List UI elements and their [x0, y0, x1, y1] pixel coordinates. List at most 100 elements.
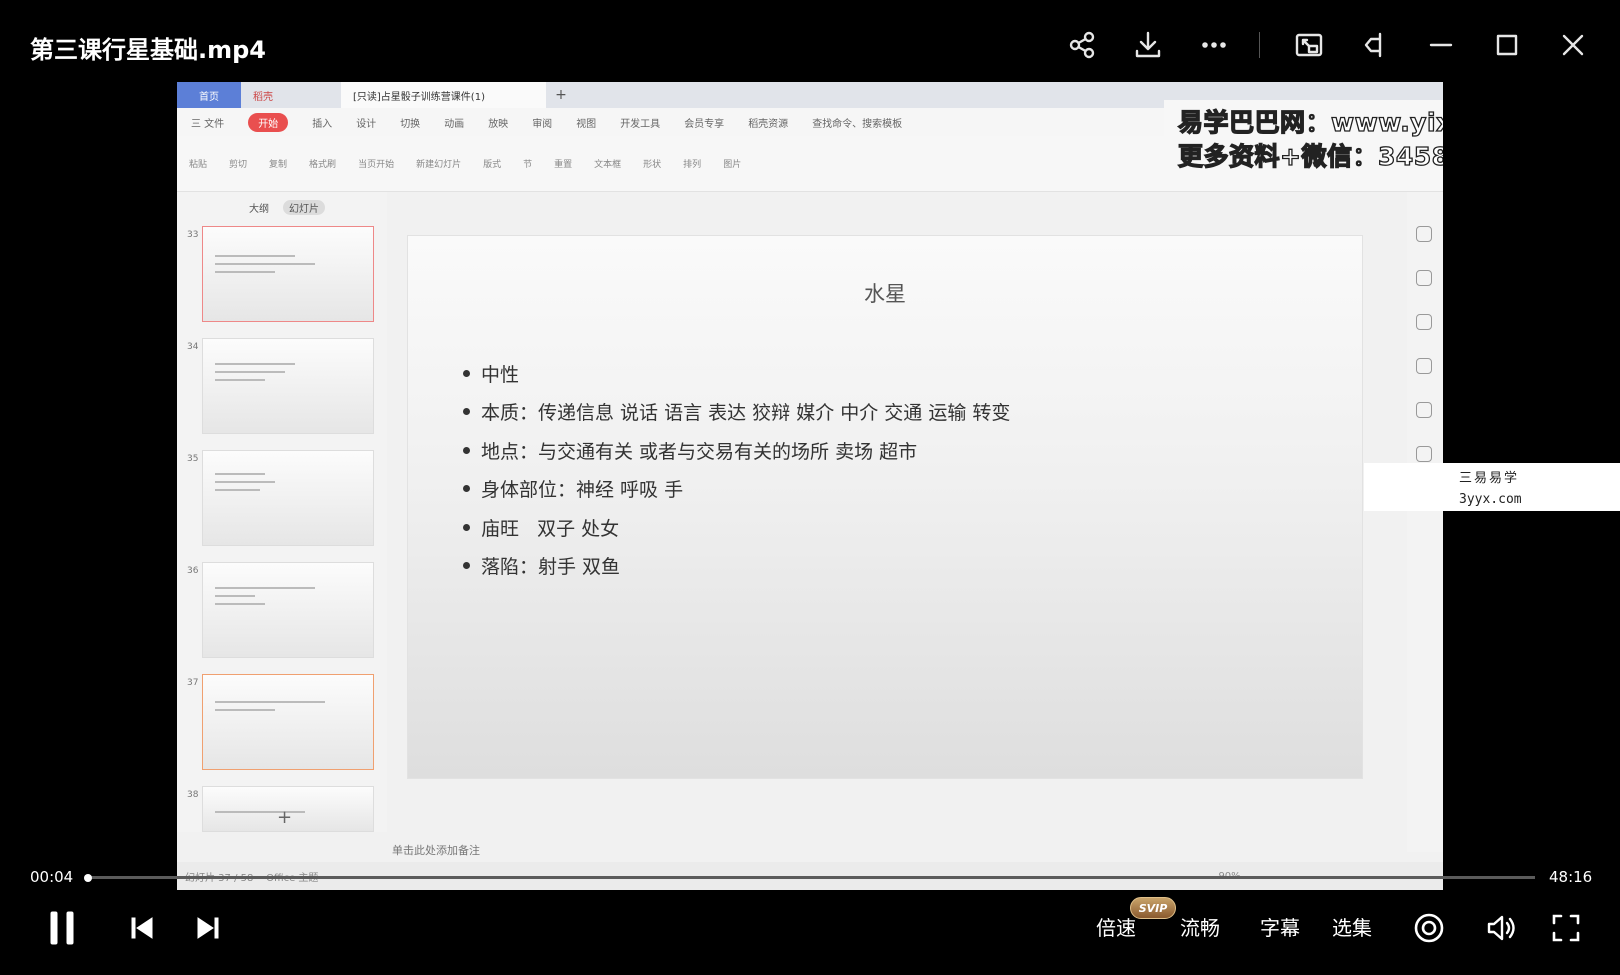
watermark-overlay: 易学巴巴网：www.yixue88.cn 更多资料+微信：3458344044 — [1164, 100, 1443, 180]
ribbon-item: 当页开始 — [358, 160, 395, 170]
site-badge-name: 三易易学 — [1459, 471, 1520, 486]
pause-icon — [50, 911, 74, 945]
ribbon-item: 格式刷 — [309, 160, 337, 170]
slide-number: 34 — [187, 342, 199, 352]
volume-button[interactable] — [1483, 906, 1519, 950]
pin-icon[interactable] — [1358, 28, 1392, 62]
slide-thumbnail — [202, 338, 374, 434]
menu-item: 视图 — [576, 118, 597, 130]
share-icon[interactable] — [1065, 28, 1099, 62]
bullet-list: 中性 本质：传递信息 说话 语言 表达 狡辩 媒介 中介 交通 运输 转变 地点… — [463, 354, 1010, 585]
slide-canvas: 水星 中性 本质：传递信息 说话 语言 表达 狡辩 媒介 中介 交通 运输 转变… — [407, 235, 1363, 779]
tool-icon — [1416, 402, 1432, 418]
panel-tabs: 大纲 幻灯片 — [249, 200, 339, 215]
ribbon-item: 排列 — [683, 160, 702, 170]
settings-button[interactable] — [1411, 906, 1447, 950]
ribbon-item: 复制 — [269, 160, 288, 170]
panel-tab-outline: 大纲 — [249, 204, 269, 215]
ribbon-item: 文本框 — [594, 160, 622, 170]
svip-badge: SVIP — [1130, 897, 1176, 919]
menu-item: 设计 — [356, 118, 377, 130]
toolbar-divider — [1259, 32, 1260, 58]
tool-icon — [1416, 446, 1432, 462]
tool-icon — [1416, 270, 1432, 286]
bullet-text: 地点：与交通有关 或者与交易有关的场所 卖场 超市 — [481, 440, 918, 463]
bullet-dot-icon — [463, 408, 470, 416]
slide-number: 35 — [187, 454, 199, 464]
menu-item: 开发工具 — [620, 118, 661, 130]
slide-title: 水星 — [864, 282, 906, 306]
progress-bar[interactable] — [84, 873, 1535, 882]
video-frame[interactable]: 首页 稻壳 [只读]占星骰子训练营课件(1) + 三 文件 开始 插入 设计 切… — [177, 82, 1443, 890]
ribbon-item: 节 — [523, 160, 533, 170]
menu-item-active: 开始 — [248, 112, 289, 132]
episodes-button[interactable]: 选集 — [1332, 912, 1372, 941]
slide-thumbnail-selected — [202, 674, 374, 770]
slide-number: 38 — [187, 790, 199, 800]
bullet-dot-icon — [463, 485, 470, 493]
maximize-icon[interactable] — [1490, 28, 1524, 62]
slide-panel: 大纲 幻灯片 33 34 35 36 37 38 — [177, 192, 387, 832]
right-toolbar — [1407, 192, 1443, 852]
fullscreen-button[interactable] — [1548, 906, 1584, 950]
progress-knob[interactable] — [84, 873, 93, 882]
subtitle-button[interactable]: 字幕 — [1260, 912, 1300, 941]
current-time: 00:04 — [30, 868, 74, 886]
menu-item: 放映 — [488, 118, 509, 130]
bullet-text: 落陷：射手 双鱼 — [481, 556, 621, 579]
volume-icon — [1487, 915, 1515, 941]
panel-tab-slides: 幻灯片 — [283, 200, 325, 215]
doc-tab-home: 首页 — [177, 82, 241, 108]
pause-button[interactable] — [44, 906, 80, 950]
watermark-line-1: 易学巴巴网：www.yixue88.cn — [1177, 107, 1443, 137]
bullet-text: 本质：传递信息 说话 语言 表达 狡辩 媒介 中介 交通 运输 转变 — [481, 402, 1011, 425]
bullet-dot-icon — [463, 523, 470, 531]
ribbon-item: 剪切 — [229, 160, 248, 170]
doc-tab-add: + — [555, 87, 567, 103]
bullet-item: 身体部位：神经 呼吸 手 — [463, 470, 1010, 509]
next-icon — [197, 917, 219, 939]
bullet-item: 落陷：射手 双鱼 — [463, 547, 1010, 586]
site-badge: 三易易学 3yyx.com — [1364, 463, 1620, 511]
menu-item: 会员专享 — [684, 118, 725, 130]
ribbon-item: 图片 — [723, 160, 742, 170]
previous-icon — [131, 917, 153, 939]
bullet-item: 中性 — [463, 354, 1010, 393]
ribbon-item: 新建幻灯片 — [416, 160, 462, 170]
menu-item: 稻壳资源 — [748, 118, 789, 130]
previous-button[interactable] — [126, 906, 158, 950]
menu-item: 动画 — [444, 118, 465, 130]
tool-icon — [1416, 358, 1432, 374]
quality-button[interactable]: 流畅 — [1180, 912, 1220, 941]
doc-tab-current: [只读]占星骰子训练营课件(1) — [341, 82, 546, 108]
next-button[interactable] — [192, 906, 224, 950]
close-icon[interactable] — [1556, 28, 1590, 62]
ribbon-item: 形状 — [643, 160, 662, 170]
menu-item: 三 文件 — [191, 118, 225, 130]
bullet-dot-icon — [463, 369, 470, 377]
duration: 48:16 — [1549, 868, 1593, 886]
tool-icon — [1416, 226, 1432, 242]
speed-button[interactable]: 倍速 — [1096, 912, 1136, 941]
menu-item: 审阅 — [532, 118, 553, 130]
slide-thumbnail — [202, 562, 374, 658]
more-icon[interactable] — [1197, 28, 1231, 62]
ribbon-item: 重置 — [554, 160, 573, 170]
slide-thumbnail — [202, 450, 374, 546]
bullet-item: 地点：与交通有关 或者与交易有关的场所 卖场 超市 — [463, 431, 1010, 470]
slide-number: 37 — [187, 678, 199, 688]
menu-item: 切换 — [400, 118, 421, 130]
bullet-text: 中性 — [481, 363, 520, 386]
site-badge-url: 3yyx.com — [1459, 492, 1522, 507]
bullet-text: 身体部位：神经 呼吸 手 — [481, 479, 684, 502]
bullet-dot-icon — [463, 446, 470, 454]
ribbon-item: 粘贴 — [189, 160, 208, 170]
minimize-icon[interactable] — [1424, 28, 1458, 62]
download-icon[interactable] — [1131, 28, 1165, 62]
tool-icon — [1416, 314, 1432, 330]
title-bar: 第三课行星基础.mp4 — [0, 0, 1620, 90]
fullscreen-icon — [1552, 914, 1580, 942]
picture-in-picture-icon[interactable] — [1292, 28, 1326, 62]
bullet-item: 本质：传递信息 说话 语言 表达 狡辩 媒介 中介 交通 运输 转变 — [463, 393, 1010, 432]
bullet-item: 庙旺 双子 处女 — [463, 508, 1010, 547]
